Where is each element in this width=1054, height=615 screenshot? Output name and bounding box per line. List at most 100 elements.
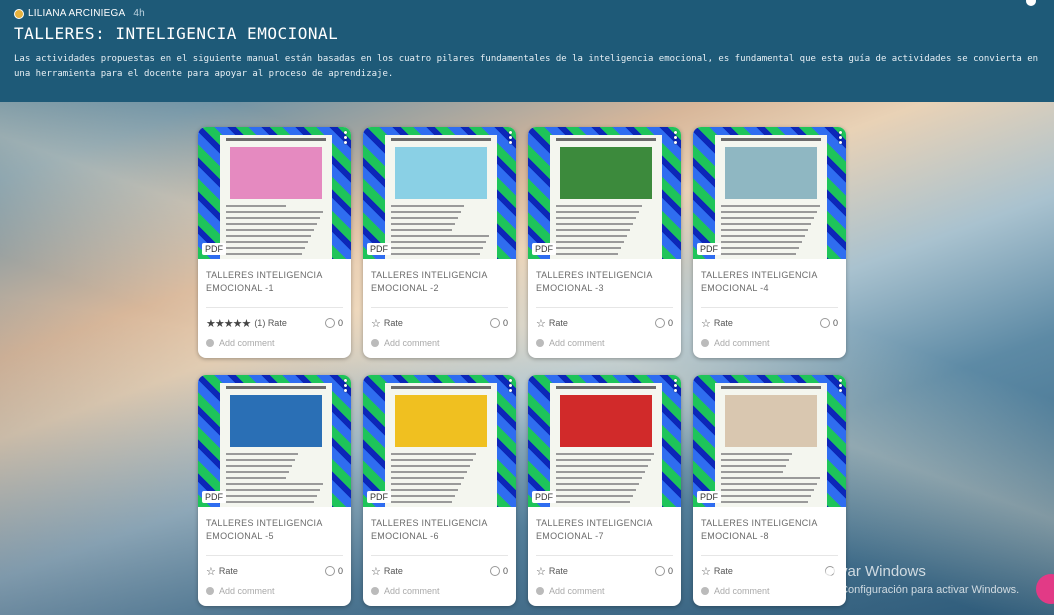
document-text-line <box>721 495 811 497</box>
author-avatar[interactable] <box>14 8 24 19</box>
card-title[interactable]: TALLERES INTELIGENCIA EMOCIONAL -5 <box>198 507 351 551</box>
document-text-line <box>391 465 470 467</box>
reaction-row: ☆ Rate 0 <box>528 556 681 578</box>
add-comment-placeholder[interactable]: Add comment <box>384 586 440 596</box>
file-type-badge: PDF <box>367 243 391 255</box>
card-thumbnail[interactable]: PDF <box>363 375 516 507</box>
more-vert-icon[interactable] <box>509 379 512 392</box>
star-icon[interactable]: ☆ <box>536 317 546 330</box>
card-thumbnail[interactable]: PDF <box>528 127 681 259</box>
add-comment-row[interactable]: Add comment <box>198 330 351 358</box>
document-image <box>725 395 817 447</box>
rate-label[interactable]: Rate <box>384 566 403 576</box>
add-comment-row[interactable]: Add comment <box>528 578 681 606</box>
document-text-line <box>721 483 817 485</box>
card-thumbnail[interactable]: PDF <box>198 127 351 259</box>
card-title[interactable]: TALLERES INTELIGENCIA EMOCIONAL -6 <box>363 507 516 551</box>
document-text-line <box>391 253 480 255</box>
comment-count: 0 <box>502 566 508 576</box>
comment-icon[interactable] <box>654 318 665 328</box>
padlet-card[interactable]: PDF TALLERES INTELIGENCIA EMOCIONAL -6 ☆ Ra… <box>363 375 516 606</box>
card-thumbnail[interactable]: PDF <box>693 375 846 507</box>
card-title[interactable]: TALLERES INTELIGENCIA EMOCIONAL -4 <box>693 259 846 303</box>
add-comment-placeholder[interactable]: Add comment <box>549 338 605 348</box>
add-comment-row[interactable]: Add comment <box>528 330 681 358</box>
avatar <box>371 339 379 347</box>
document-text-line <box>556 465 648 467</box>
padlet-card[interactable]: PDF TALLERES INTELIGENCIA EMOCIONAL -4 ☆ Ra… <box>693 127 846 358</box>
document-text-line <box>556 453 654 455</box>
document-text-line <box>226 253 302 255</box>
rate-label[interactable]: (1) Rate <box>254 318 287 328</box>
document-heading <box>391 386 491 389</box>
document-text-line <box>391 459 473 461</box>
more-vert-icon[interactable] <box>674 379 677 392</box>
comment-icon[interactable] <box>489 566 500 576</box>
comment-icon[interactable] <box>324 318 335 328</box>
add-comment-placeholder[interactable]: Add comment <box>219 338 275 348</box>
padlet-card[interactable]: PDF TALLERES INTELIGENCIA EMOCIONAL -3 ☆ Ra… <box>528 127 681 358</box>
add-comment-placeholder[interactable]: Add comment <box>714 338 770 348</box>
card-title[interactable]: TALLERES INTELIGENCIA EMOCIONAL -7 <box>528 507 681 551</box>
more-vert-icon[interactable] <box>344 131 347 144</box>
comment-icon[interactable] <box>654 566 665 576</box>
card-title[interactable]: TALLERES INTELIGENCIA EMOCIONAL -1 <box>198 259 351 303</box>
reaction-row: ★★★★★ (1) Rate 0 <box>198 308 351 330</box>
rate-label[interactable]: Rate <box>549 566 568 576</box>
card-title[interactable]: TALLERES INTELIGENCIA EMOCIONAL -8 <box>693 507 846 551</box>
add-comment-placeholder[interactable]: Add comment <box>219 586 275 596</box>
rate-label[interactable]: Rate <box>384 318 403 328</box>
document-text-line <box>391 495 455 497</box>
card-thumbnail[interactable]: PDF <box>693 127 846 259</box>
padlet-card[interactable]: PDF TALLERES INTELIGENCIA EMOCIONAL -2 ☆ Ra… <box>363 127 516 358</box>
padlet-card[interactable]: PDF TALLERES INTELIGENCIA EMOCIONAL -5 ☆ Ra… <box>198 375 351 606</box>
document-text-line <box>556 471 645 473</box>
rate-label[interactable]: Rate <box>714 318 733 328</box>
more-vert-icon[interactable] <box>674 131 677 144</box>
add-comment-row[interactable]: Add comment <box>363 578 516 606</box>
document-image <box>230 395 322 447</box>
document-text-line <box>556 223 633 225</box>
add-comment-row[interactable]: Add comment <box>363 330 516 358</box>
star-icon[interactable]: ☆ <box>206 565 216 578</box>
post-header: LILIANA ARCINIEGA 4h TALLERES: INTELIGEN… <box>0 0 1054 102</box>
add-comment-placeholder[interactable]: Add comment <box>549 586 605 596</box>
padlet-card[interactable]: PDF TALLERES INTELIGENCIA EMOCIONAL -1 ★★★… <box>198 127 351 358</box>
more-vert-icon[interactable] <box>344 379 347 392</box>
card-title[interactable]: TALLERES INTELIGENCIA EMOCIONAL -3 <box>528 259 681 303</box>
more-vert-icon[interactable] <box>839 131 842 144</box>
star-icon[interactable]: ☆ <box>536 565 546 578</box>
document-heading <box>556 138 656 141</box>
document-text-line <box>721 235 805 237</box>
rate-label[interactable]: Rate <box>549 318 568 328</box>
comment-icon[interactable] <box>819 318 830 328</box>
add-comment-row[interactable]: Add comment <box>198 578 351 606</box>
comment-icon[interactable] <box>324 566 335 576</box>
star-icon[interactable]: ☆ <box>701 317 711 330</box>
padlet-card[interactable]: PDF TALLERES INTELIGENCIA EMOCIONAL -7 ☆ Ra… <box>528 375 681 606</box>
card-title[interactable]: TALLERES INTELIGENCIA EMOCIONAL -2 <box>363 259 516 303</box>
document-text-line <box>226 471 289 473</box>
card-thumbnail[interactable]: PDF <box>528 375 681 507</box>
star-icon[interactable]: ☆ <box>371 565 381 578</box>
document-text-line <box>556 477 642 479</box>
star-icon[interactable]: ☆ <box>701 565 711 578</box>
rate-label[interactable]: Rate <box>219 566 238 576</box>
add-comment-placeholder[interactable]: Add comment <box>384 338 440 348</box>
card-thumbnail[interactable]: PDF <box>363 127 516 259</box>
more-vert-icon[interactable] <box>839 379 842 392</box>
document-text-line <box>556 205 642 207</box>
comment-icon[interactable] <box>489 318 500 328</box>
watermark-line-1: Activar Windows <box>815 563 926 580</box>
add-comment-row[interactable]: Add comment <box>693 330 846 358</box>
rating-stars[interactable]: ★★★★★ <box>206 317 251 330</box>
comment-count: 0 <box>832 318 838 328</box>
rate-label[interactable]: Rate <box>714 566 733 576</box>
card-thumbnail[interactable]: PDF <box>198 375 351 507</box>
star-icon[interactable]: ☆ <box>371 317 381 330</box>
document-text-line <box>556 495 633 497</box>
more-vert-icon[interactable] <box>509 131 512 144</box>
author-name[interactable]: LILIANA ARCINIEGA <box>28 8 125 19</box>
document-text-line <box>721 471 783 473</box>
add-comment-placeholder[interactable]: Add comment <box>714 586 770 596</box>
